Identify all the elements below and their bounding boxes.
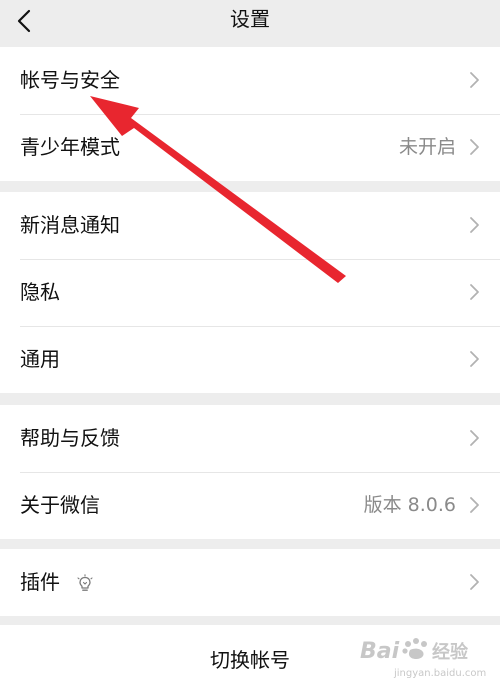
settings-item-help-feedback[interactable]: 帮助与反馈 [0,405,500,472]
version-value: 版本 8.0.6 [363,494,456,516]
settings-item-about-wechat[interactable]: 关于微信 版本 8.0.6 [0,472,500,539]
settings-screen: 设置 帐号与安全 青少年模式 未开启 新消息通知 隐私 通用 帮助与反馈 关于微… [0,0,500,688]
chevron-right-icon [470,72,479,88]
svg-text:Bai: Bai [360,639,400,664]
settings-item-label: 青少年模式 [20,135,120,159]
chevron-right-icon [470,139,479,155]
settings-item-privacy[interactable]: 隐私 [0,259,500,326]
settings-item-label: 帮助与反馈 [20,426,120,450]
settings-item-label: 帐号与安全 [20,68,120,92]
chevron-right-icon [470,497,479,513]
lightbulb-icon [77,573,93,591]
navigation-bar: 设置 [0,0,500,44]
settings-item-label: 通用 [20,347,60,371]
chevron-right-icon [470,430,479,446]
settings-item-label: 关于微信 [20,493,100,517]
chevron-right-icon [470,217,479,233]
svg-text:jingyan.baidu.com: jingyan.baidu.com [393,668,486,679]
chevron-right-icon [470,574,479,590]
settings-group-account: 帐号与安全 青少年模式 未开启 [0,47,500,181]
settings-item-new-message-notifications[interactable]: 新消息通知 [0,192,500,259]
settings-group-help: 帮助与反馈 关于微信 版本 8.0.6 [0,405,500,539]
settings-item-label: 新消息通知 [20,213,120,237]
chevron-right-icon [470,284,479,300]
settings-item-label: 插件 [20,570,60,594]
chevron-right-icon [470,351,479,367]
svg-text:经验: 经验 [432,641,469,663]
settings-item-label: 隐私 [20,280,60,304]
settings-item-account-security[interactable]: 帐号与安全 [0,47,500,114]
settings-group-plugins: 插件 [0,549,500,616]
settings-item-plugins[interactable]: 插件 [0,549,500,616]
baidu-jingyan-watermark: Bai 经验 jingyan.baidu.com [360,638,486,679]
settings-group-notifications: 新消息通知 隐私 通用 [0,192,500,393]
page-title: 设置 [230,7,270,31]
settings-item-general[interactable]: 通用 [0,326,500,393]
teen-mode-status: 未开启 [398,136,456,158]
settings-item-teen-mode[interactable]: 青少年模式 未开启 [0,114,500,181]
settings-item-label-wrap: 插件 [20,567,94,597]
